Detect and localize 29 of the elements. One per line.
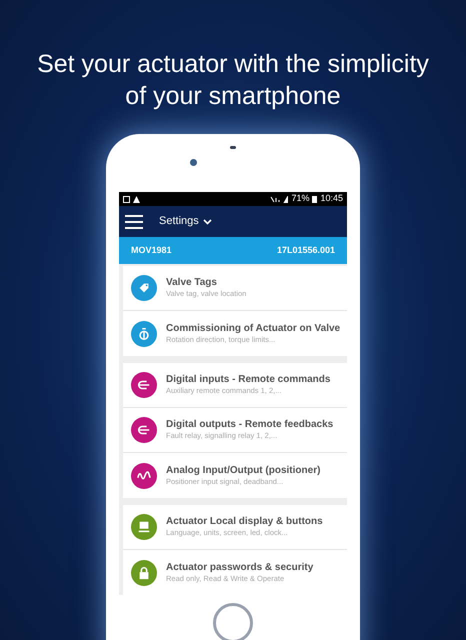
valve-icon xyxy=(137,326,151,340)
row-title: Valve Tags xyxy=(166,277,218,289)
speaker-icon xyxy=(230,146,236,149)
connector-icon xyxy=(137,378,151,392)
row-title: Digital inputs - Remote commands xyxy=(166,374,330,386)
clock: 10:45 xyxy=(320,192,343,206)
wave-icon xyxy=(137,468,151,482)
device-name: MOV1981 xyxy=(131,244,172,257)
row-title: Actuator passwords & security xyxy=(166,562,314,574)
lock-icon xyxy=(137,566,151,580)
monitor-icon xyxy=(137,520,151,534)
menu-icon[interactable] xyxy=(125,214,143,228)
chevron-icon xyxy=(202,218,212,224)
warning-icon xyxy=(133,196,140,202)
battery-icon xyxy=(312,195,318,203)
image-icon xyxy=(123,196,130,202)
row-title: Analog Input/Output (positioner) xyxy=(166,464,320,476)
settings-dropdown[interactable]: Settings xyxy=(159,213,212,230)
signal-icon xyxy=(270,196,288,202)
connector-icon xyxy=(137,423,151,437)
device-serial: 17L01556.001 xyxy=(276,244,335,257)
row-title: Commissioning of Actuator on Valve xyxy=(166,322,339,334)
headline: Set your actuator with the simplicity of your smartphone xyxy=(36,49,430,112)
row-title: Actuator Local display & buttons xyxy=(166,516,323,528)
home-button[interactable] xyxy=(213,603,253,640)
camera-icon xyxy=(190,159,196,166)
battery-percent: 71% xyxy=(291,192,310,206)
row-title: Digital outputs - Remote feedbacks xyxy=(166,419,334,431)
tag-icon xyxy=(137,281,151,295)
